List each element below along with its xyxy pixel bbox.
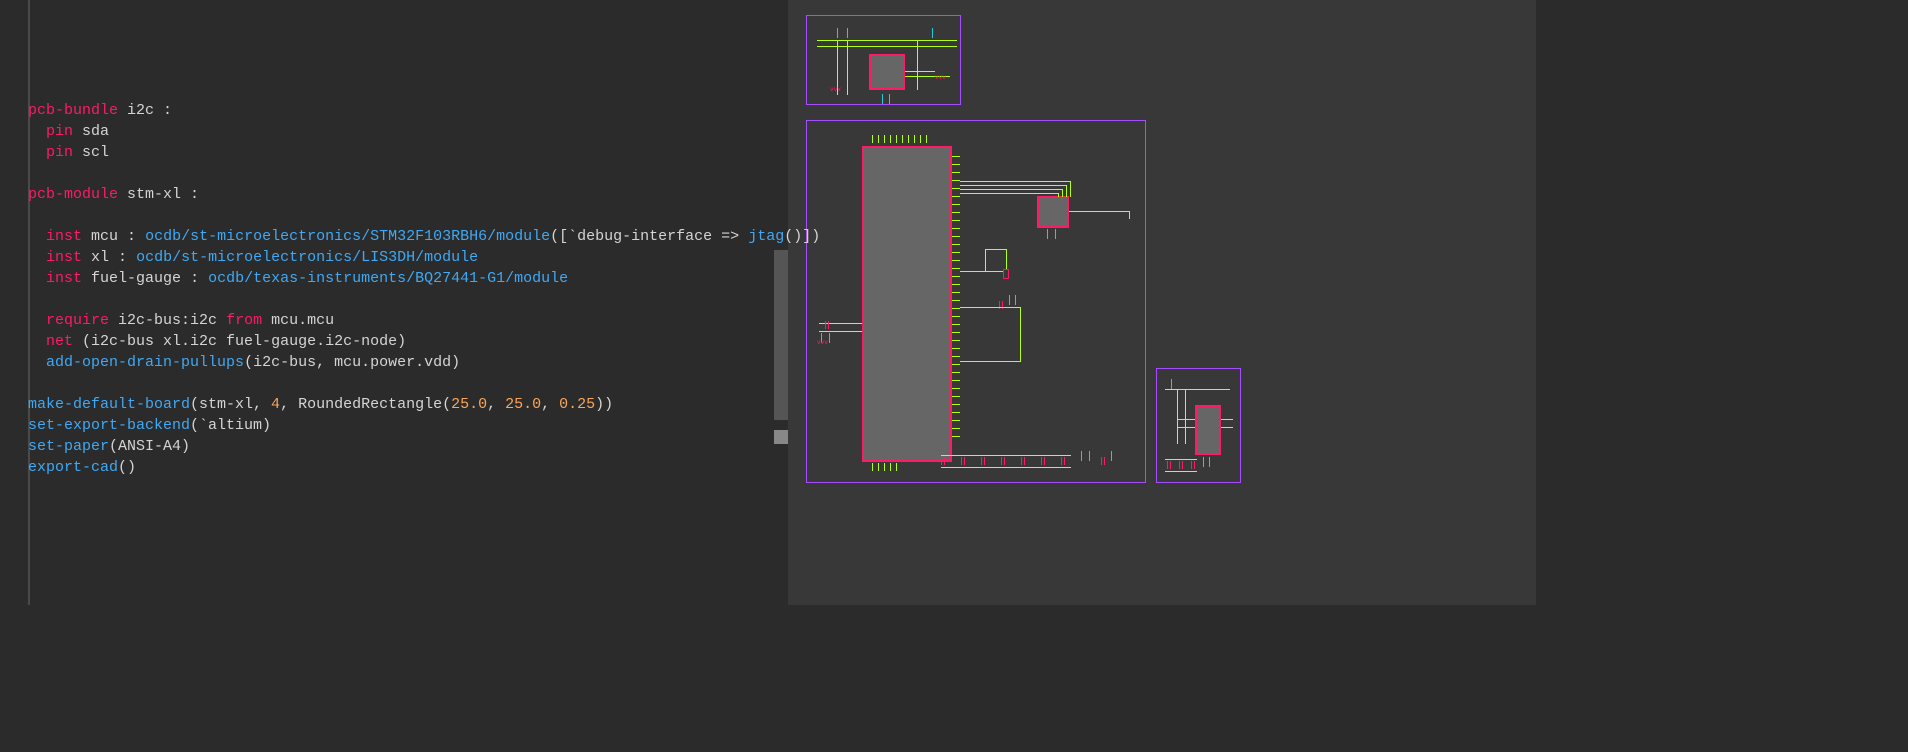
led-icon bbox=[1003, 269, 1009, 279]
fn-set-export-backend: set-export-backend bbox=[28, 417, 190, 434]
id-sda: sda bbox=[82, 123, 109, 140]
kw-net: net bbox=[46, 333, 73, 350]
kw-inst: inst bbox=[46, 249, 82, 266]
kw-inst: inst bbox=[46, 270, 82, 287]
cap-icon bbox=[825, 321, 829, 329]
module-frame-mcu[interactable]: vvv bbox=[806, 120, 1146, 483]
app-root: pcb-bundle i2c : pin sda pin scl pcb-mod… bbox=[0, 0, 1536, 605]
kw-require: require bbox=[46, 312, 109, 329]
kw-from: from bbox=[226, 312, 262, 329]
mcu-pins-bottom bbox=[872, 463, 942, 475]
fn-lis3dh-module: ocdb/st-microelectronics/LIS3DH/module bbox=[136, 249, 478, 266]
fn-stm32-module: ocdb/st-microelectronics/STM32F103RBH6/m… bbox=[145, 228, 550, 245]
code-editor[interactable]: pcb-bundle i2c : pin sda pin scl pcb-mod… bbox=[0, 0, 788, 605]
chip-xl bbox=[1195, 405, 1221, 455]
fn-pullups: add-open-drain-pullups bbox=[46, 354, 244, 371]
kw-pcb-module: pcb-module bbox=[28, 186, 118, 203]
fn-export-cad: export-cad bbox=[28, 459, 118, 476]
chip-mcu bbox=[862, 146, 952, 462]
kw-inst: inst bbox=[46, 228, 82, 245]
kw-pin: pin bbox=[46, 144, 73, 161]
code-block: pcb-bundle i2c : pin sda pin scl pcb-mod… bbox=[28, 100, 788, 478]
chip-fuel-gauge bbox=[869, 54, 905, 90]
mcu-pins-top bbox=[872, 135, 942, 147]
schematic-preview[interactable]: vvv vvv vvv bbox=[788, 0, 1536, 605]
id-scl: scl bbox=[82, 144, 109, 161]
fn-set-paper: set-paper bbox=[28, 438, 109, 455]
chip-aux-1 bbox=[1037, 196, 1069, 228]
kw-pcb-bundle: pcb-bundle bbox=[28, 102, 118, 119]
kw-pin: pin bbox=[46, 123, 73, 140]
decoupling-caps-frame bbox=[941, 451, 1131, 481]
id-stmxl: stm-xl : bbox=[127, 186, 199, 203]
module-frame-fuel-gauge[interactable]: vvv vvv bbox=[806, 15, 961, 105]
fn-bq27441-module: ocdb/texas-instruments/BQ27441-G1/module bbox=[208, 270, 568, 287]
fn-make-default-board: make-default-board bbox=[28, 396, 190, 413]
id-i2c: i2c : bbox=[127, 102, 172, 119]
fn-jtag: jtag bbox=[748, 228, 784, 245]
module-frame-xl[interactable] bbox=[1156, 368, 1241, 483]
